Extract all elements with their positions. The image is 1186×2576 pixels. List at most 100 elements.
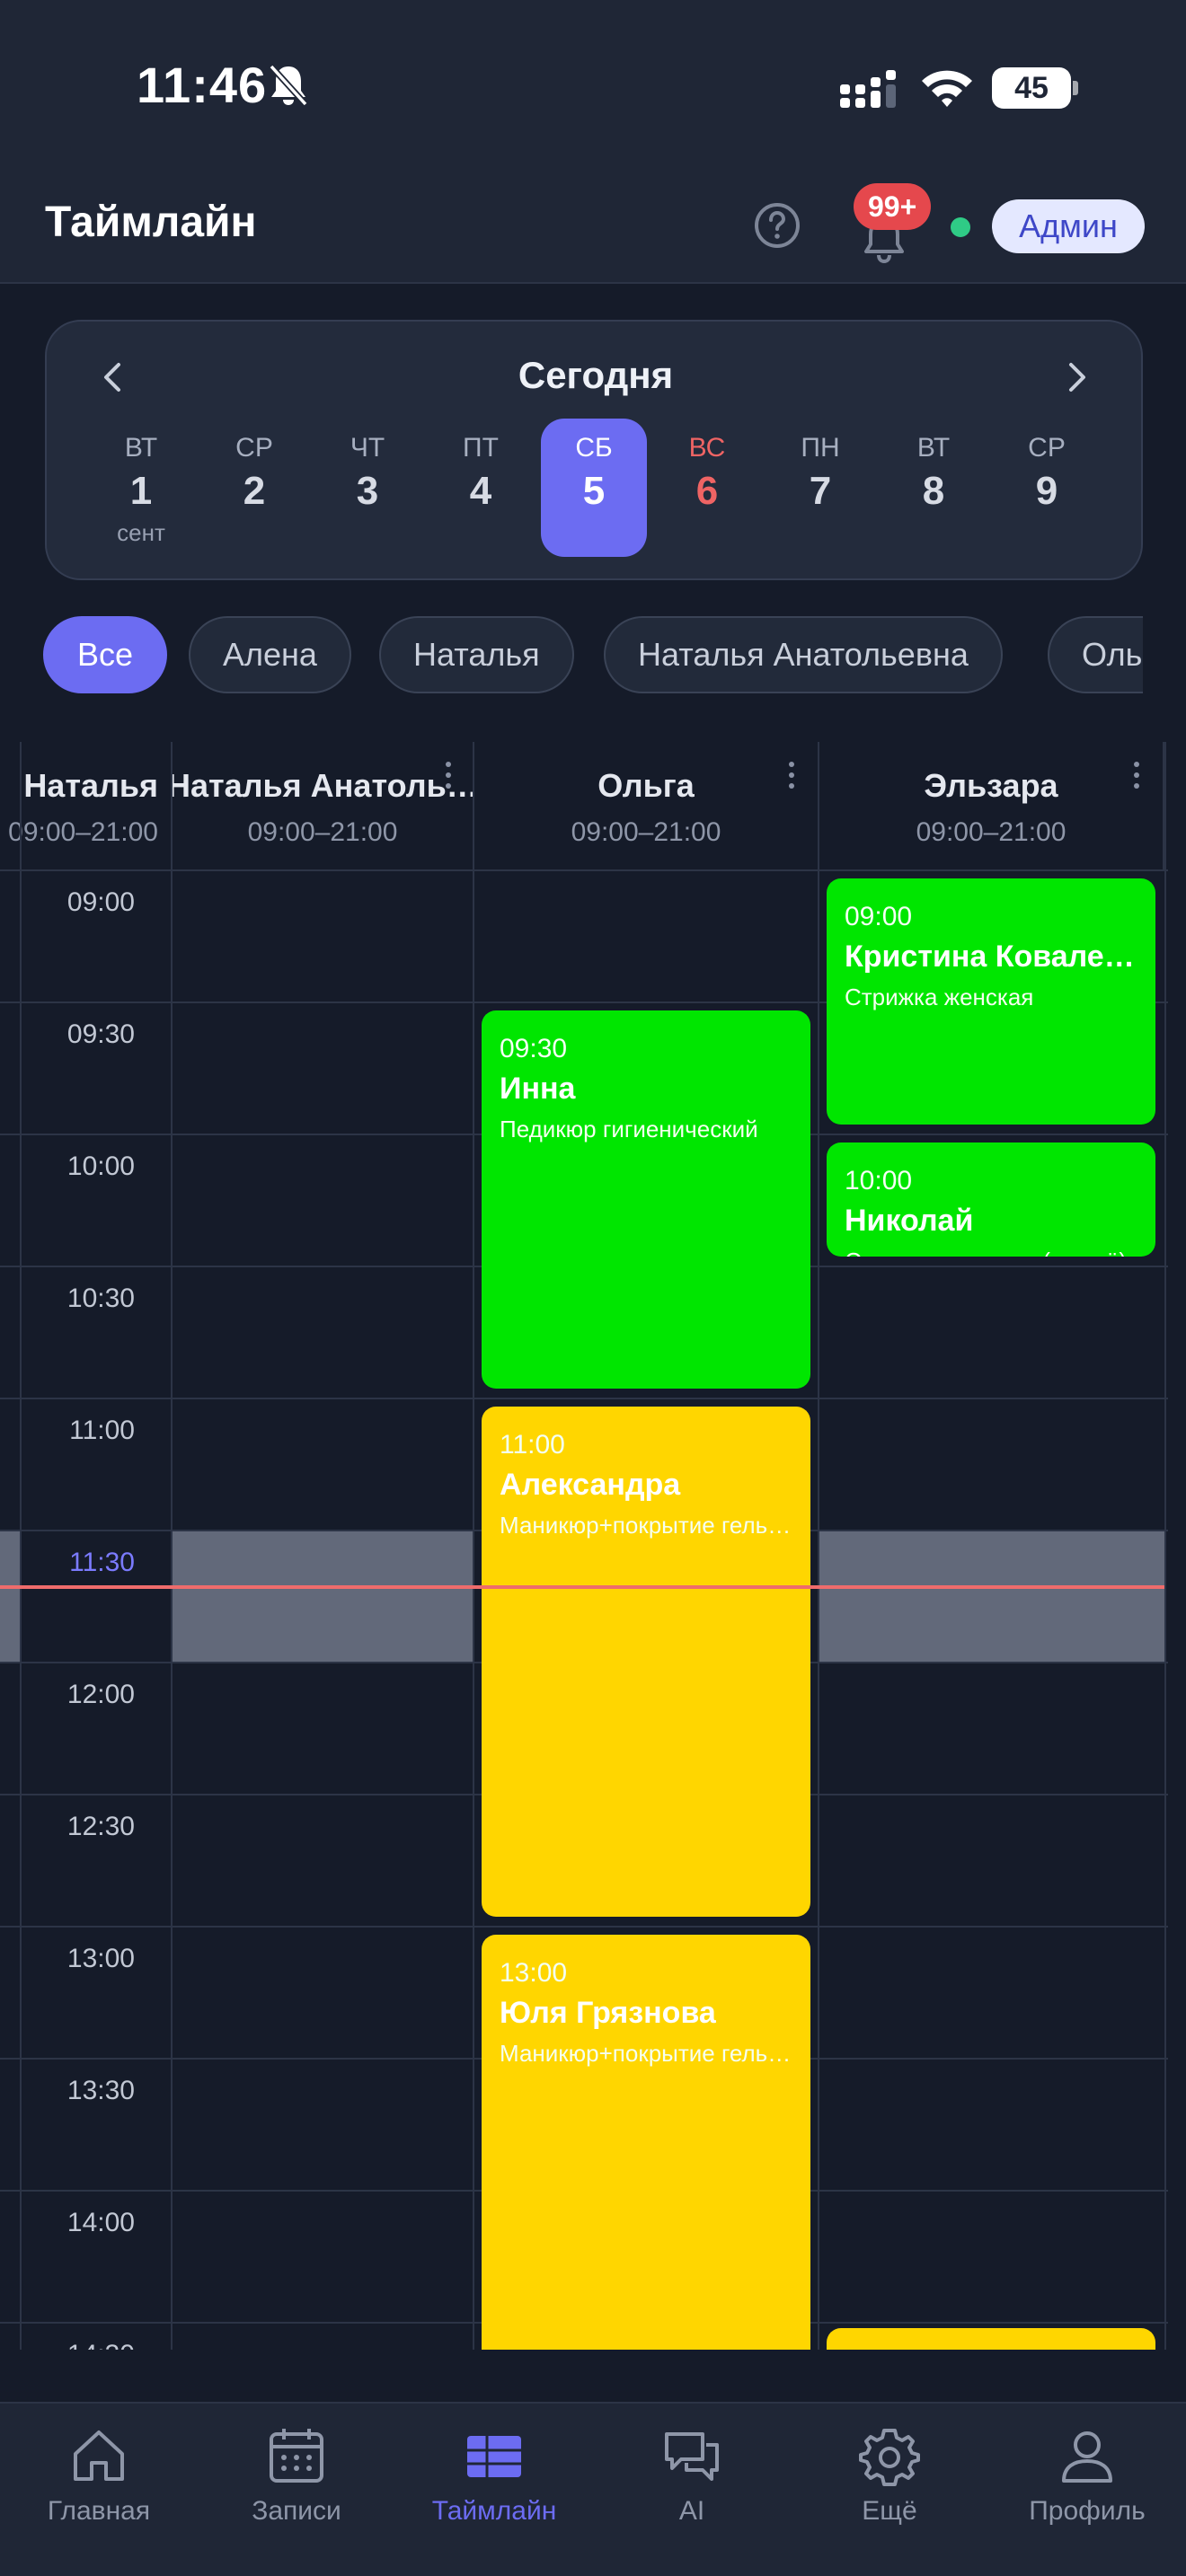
chip-natalya[interactable]: Наталья <box>379 616 574 693</box>
appointment-service: Педикюр гигиенический <box>500 1116 758 1142</box>
home-icon <box>74 2430 124 2481</box>
day-2[interactable]: СР 2 <box>201 419 307 557</box>
column-menu-icon[interactable] <box>1130 762 1143 798</box>
chip-alena[interactable]: Алена <box>189 616 351 693</box>
time-label: 13:30 <box>66 2076 135 2105</box>
tab-more[interactable]: Ещё <box>791 2404 988 2576</box>
day-7[interactable]: ПН 7 <box>767 419 873 557</box>
day-number: 3 <box>356 469 379 513</box>
status-time: 11:46 <box>137 57 268 113</box>
day-month: сент <box>117 519 165 546</box>
staff-column-natalya[interactable]: Наталья 09:00–21:00 <box>0 742 173 869</box>
appointment-client: Кристина Коваленко <box>845 940 1139 974</box>
appointment-service: Стрижка женская <box>845 984 1034 1010</box>
day-weekday: ВС <box>688 433 726 463</box>
day-weekday: ВТ <box>916 433 951 463</box>
online-status-dot <box>951 217 970 237</box>
day-3[interactable]: ЧТ 3 <box>314 419 420 557</box>
bell-off-icon <box>269 64 308 107</box>
timeline-icon <box>467 2436 521 2477</box>
day-6[interactable]: ВС 6 <box>654 419 760 557</box>
appointment-time: 09:30 <box>500 1034 568 1063</box>
time-label: 09:00 <box>66 887 135 917</box>
appointment-time: 13:00 <box>500 1958 568 1988</box>
staff-column-natalya-anatolyevna[interactable]: Наталья Анатольевна 09:00–21:00 <box>173 742 474 869</box>
day-number: 2 <box>243 469 266 513</box>
current-slot-highlight <box>819 1531 1164 1662</box>
timeline-grid[interactable]: Наталья 09:00–21:00 Наталья Анатольевна … <box>0 742 1186 2350</box>
day-5[interactable]: СБ 5 <box>541 419 647 557</box>
calendar-icon <box>270 2429 323 2483</box>
column-menu-icon[interactable] <box>785 762 798 798</box>
tab-home[interactable]: Главная <box>0 2404 198 2576</box>
page-title: Таймлайн <box>45 198 257 246</box>
tab-ai[interactable]: AI <box>593 2404 791 2576</box>
column-divider <box>20 742 22 2350</box>
time-label: 11:30 <box>69 1548 135 1577</box>
appointment-card[interactable]: 10:00 Николай Стрижка мужская (мытьё) <box>827 1142 1155 1257</box>
time-label: 12:30 <box>66 1812 135 1841</box>
date-picker: Сегодня ВТ 1 сент СР 2 ЧТ 3 ПТ 4 СБ 5 ВС 6 ПН 7 ВТ 8 СР 9 <box>45 320 1143 580</box>
gear-icon <box>859 2429 920 2486</box>
row-divider <box>0 1398 1168 1399</box>
chip-natalya-anatolyevna[interactable]: Наталья Анатольевна <box>604 616 1003 693</box>
current-slot-highlight <box>173 1531 473 1662</box>
help-icon[interactable] <box>753 201 801 250</box>
appointment-service: Маникюр+покрытие гель-лак <box>500 2040 794 2067</box>
appointment-card[interactable] <box>827 2328 1155 2350</box>
today-label[interactable]: Сегодня <box>47 354 1145 397</box>
appointment-client: Николай <box>845 1204 974 1238</box>
time-label: 14:30 <box>0 2340 135 2350</box>
notifications-button[interactable]: 99+ <box>854 183 943 273</box>
time-label: 14:00 <box>66 2208 135 2237</box>
role-chip[interactable]: Админ <box>992 199 1145 253</box>
tab-profile[interactable]: Профиль <box>988 2404 1186 2576</box>
appointment-time: 09:00 <box>845 902 913 931</box>
chat-icon <box>665 2432 719 2481</box>
chip-olga[interactable]: Ольга <box>1048 616 1143 693</box>
staff-column-elzara[interactable]: Эльзара 09:00–21:00 <box>819 742 1164 869</box>
staff-column-olga[interactable]: Ольга 09:00–21:00 <box>474 742 819 869</box>
day-number: 5 <box>582 469 606 513</box>
appointment-client: Александра <box>500 1468 681 1502</box>
row-divider <box>0 869 1168 871</box>
column-menu-icon[interactable] <box>442 762 455 798</box>
appointment-client: Инна <box>500 1072 576 1106</box>
time-label: 11:00 <box>69 1416 135 1445</box>
day-number: 7 <box>809 469 832 513</box>
appointment-time: 11:00 <box>500 1430 565 1460</box>
signal-icon <box>840 70 896 108</box>
status-bar: 11:46 45 <box>0 0 1186 171</box>
battery-level: 45 <box>992 67 1071 109</box>
time-label: 10:00 <box>66 1151 135 1181</box>
appointment-card[interactable]: 09:30 Инна Педикюр гигиенический <box>482 1010 810 1389</box>
day-weekday: ПН <box>801 433 840 463</box>
day-weekday: СР <box>235 433 273 463</box>
appointment-time: 10:00 <box>845 1166 913 1195</box>
appointment-card[interactable]: 09:00 Кристина Коваленко Стрижка женская <box>827 878 1155 1125</box>
tab-bar: Главная Записи Таймлайн AI Ещё Профиль <box>0 2402 1186 2576</box>
time-label: 10:30 <box>66 1284 135 1313</box>
time-label: 12:00 <box>66 1680 135 1709</box>
day-number: 1 <box>129 469 153 513</box>
current-slot-highlight <box>0 1531 20 1662</box>
day-weekday: ПТ <box>463 433 499 463</box>
wifi-icon <box>922 70 972 107</box>
tab-bookings[interactable]: Записи <box>198 2404 395 2576</box>
time-label: 09:30 <box>66 1019 135 1049</box>
appointment-card[interactable]: 11:00 Александра Маникюр+покрытие гель-лак <box>482 1407 810 1917</box>
chevron-right-icon[interactable] <box>1051 352 1102 402</box>
day-8[interactable]: ВТ 8 <box>881 419 987 557</box>
day-weekday: ВТ <box>124 433 158 463</box>
day-4[interactable]: ПТ 4 <box>428 419 534 557</box>
chip-all[interactable]: Все <box>43 616 168 693</box>
appointment-service: Маникюр+покрытие гель-лак <box>500 1512 794 1539</box>
tab-timeline[interactable]: Таймлайн <box>395 2404 593 2576</box>
day-weekday: СБ <box>575 433 613 463</box>
appointment-card[interactable]: 13:00 Юля Грязнова Маникюр+покрытие гель-л… <box>482 1935 810 2350</box>
notification-badge: 99+ <box>854 183 932 230</box>
day-1[interactable]: ВТ 1 сент <box>88 419 194 557</box>
day-number: 4 <box>469 469 492 513</box>
user-icon <box>1062 2431 1112 2483</box>
day-9[interactable]: СР 9 <box>994 419 1100 557</box>
